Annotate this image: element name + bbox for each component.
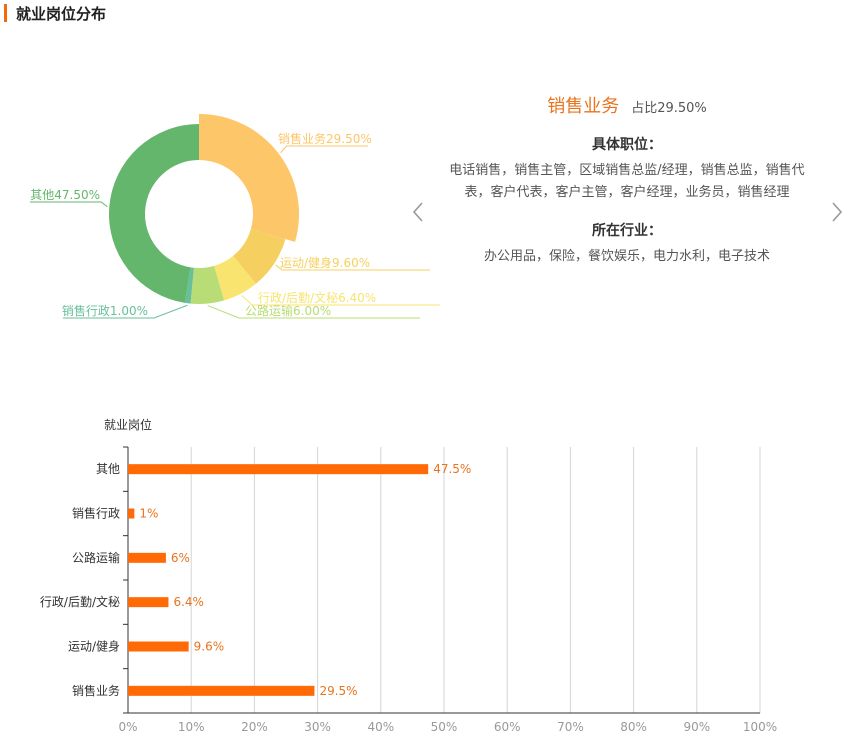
x-tick-label: 100% bbox=[743, 720, 777, 734]
bar-value-label: 6.4% bbox=[173, 595, 204, 609]
bar-运动-健身[interactable] bbox=[128, 641, 189, 652]
x-tick-label: 90% bbox=[683, 720, 710, 734]
bar-value-label: 9.6% bbox=[194, 640, 225, 654]
donut-label-公路运输: 公路运输6.00% bbox=[245, 303, 331, 318]
x-tick-label: 60% bbox=[494, 720, 521, 734]
donut-slice-其他[interactable] bbox=[108, 124, 199, 303]
y-tick-label: 行政/后勤/文秘 bbox=[40, 594, 120, 609]
x-tick-label: 0% bbox=[118, 720, 137, 734]
donut-chart: 销售业务29.50% 运动/健身9.60% 行政/后勤/文秘6.40%公路运输6.0… bbox=[30, 114, 440, 319]
donut-label-销售业务: 销售业务29.50% bbox=[278, 131, 372, 146]
y-tick-label: 销售行政 bbox=[72, 506, 120, 521]
position-detail-panel: 销售业务 占比29.50% 具体职位： 电话销售，销售主管，区域销售总监/经理，… bbox=[437, 92, 817, 268]
section-header: 就业岗位分布 bbox=[0, 0, 106, 26]
page-title: 就业岗位分布 bbox=[16, 4, 107, 23]
donut-label-运动-健身: 运动/健身9.60% bbox=[280, 255, 370, 270]
donut-label-行政-后勤-文秘: 行政/后勤/文秘6.40% bbox=[258, 290, 376, 305]
x-tick-label: 40% bbox=[367, 720, 394, 734]
donut-leader-销售业务 bbox=[280, 145, 368, 154]
donut-label-销售行政: 销售行政1.00% bbox=[62, 303, 148, 318]
title-accent-bar bbox=[4, 4, 7, 22]
industries-list: 办公用品，保险，餐饮娱乐，电力水利，电子技术 bbox=[483, 249, 770, 264]
positions-heading: 具体职位： bbox=[592, 137, 662, 153]
bar-value-label: 47.5% bbox=[433, 462, 471, 476]
next-button[interactable] bbox=[826, 197, 848, 227]
x-tick-label: 70% bbox=[557, 720, 584, 734]
bar-其他[interactable] bbox=[128, 464, 429, 475]
y-axis-title: 就业岗位 bbox=[104, 417, 152, 432]
positions-list: 电话销售，销售主管，区域销售总监/经理，销售总监，销售代表，客户代表，客户主管，… bbox=[449, 163, 805, 200]
x-tick-label: 20% bbox=[241, 720, 268, 734]
detail-header: 销售业务 占比29.50% bbox=[437, 92, 817, 118]
donut-leader-其他 bbox=[30, 201, 108, 208]
bar-行政-后勤-文秘[interactable] bbox=[128, 597, 169, 608]
bar-销售行政[interactable] bbox=[128, 508, 135, 519]
bar-chart: 就业岗位 0% 10% 20% 30% 40% 50% 60% 70% 80% 90% 100% 其他 4… bbox=[40, 417, 777, 734]
chevron-left-icon bbox=[412, 202, 423, 222]
x-tick-label: 10% bbox=[178, 720, 205, 734]
bar-value-label: 1% bbox=[139, 507, 158, 521]
bar-value-label: 29.5% bbox=[319, 684, 357, 698]
y-tick-label: 其他 bbox=[96, 462, 120, 476]
prev-button[interactable] bbox=[407, 197, 429, 227]
industries-heading: 所在行业： bbox=[592, 223, 662, 239]
x-tick-label: 50% bbox=[431, 720, 458, 734]
x-tick-label: 80% bbox=[620, 720, 647, 734]
chevron-right-icon bbox=[832, 202, 843, 222]
bar-value-label: 6% bbox=[171, 551, 190, 565]
x-tick-label: 30% bbox=[304, 720, 331, 734]
bar-销售业务[interactable] bbox=[128, 685, 315, 696]
y-tick-label: 公路运输 bbox=[72, 550, 120, 565]
detail-name: 销售业务 bbox=[547, 96, 620, 117]
bar-公路运输[interactable] bbox=[128, 552, 166, 563]
donut-label-其他: 其他47.50% bbox=[30, 188, 100, 202]
detail-share: 占比29.50% bbox=[631, 101, 707, 116]
y-tick-label: 运动/健身 bbox=[68, 639, 120, 654]
y-tick-label: 销售业务 bbox=[72, 683, 120, 698]
